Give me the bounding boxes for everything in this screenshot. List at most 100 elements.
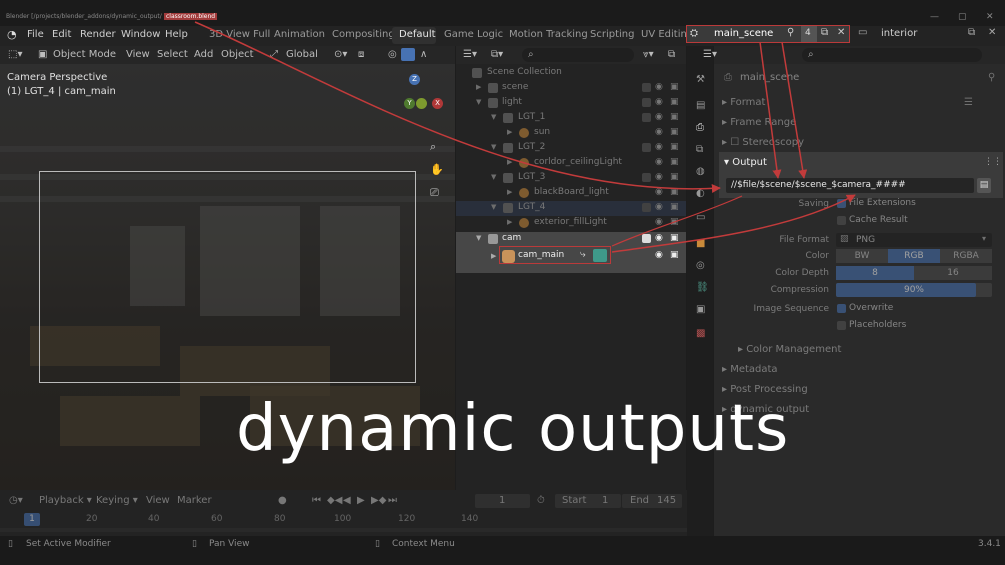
outliner-row-lgt1[interactable]: ▼ LGT_1 ◉ ▣ [456, 111, 686, 126]
snap-icon[interactable]: ⧈ [358, 49, 364, 60]
properties-search-input[interactable] [802, 48, 982, 62]
render-camera-icon[interactable]: ▣ [670, 217, 679, 227]
blender-logo-icon[interactable]: ◔ [7, 28, 17, 41]
render-camera-icon[interactable]: ▣ [670, 127, 679, 137]
scene-icon[interactable]: ⛭ [690, 28, 698, 39]
eye-icon[interactable]: ◉ [655, 142, 663, 152]
render-camera-icon[interactable]: ▣ [670, 202, 679, 212]
snap-toggle[interactable] [401, 48, 415, 61]
presets-list-icon[interactable]: ☰ [964, 97, 973, 108]
render-camera-icon[interactable]: ▣ [670, 112, 679, 122]
render-camera-icon[interactable]: ▣ [670, 172, 679, 182]
outliner-row-lgt2[interactable]: ▼ LGT_2 ◉ ▣ [456, 141, 686, 156]
falloff-icon[interactable]: ∧ [420, 49, 427, 60]
jump-start-icon[interactable]: ⏮ [312, 495, 321, 506]
render-camera-icon[interactable]: ▣ [670, 187, 679, 197]
panel-output-header[interactable]: ▾ Output [724, 157, 767, 168]
overwrite-checkbox[interactable] [837, 304, 846, 313]
menu-edit[interactable]: Edit [52, 29, 71, 40]
eye-icon[interactable]: ◉ [655, 233, 663, 243]
expand-arrow-icon[interactable]: ▶ [491, 252, 496, 260]
scene-tab-icon[interactable]: ◍ [696, 166, 705, 177]
outliner-row-lgt3[interactable]: ▼ LGT_3 ◉ ▣ [456, 171, 686, 186]
panel-frame-range[interactable]: ▸ Frame Range [722, 117, 796, 128]
render-tab-icon[interactable]: ▤ [696, 100, 705, 111]
mode-icon[interactable]: ▣ [38, 49, 47, 60]
expand-arrow-icon[interactable]: ▶ [507, 128, 512, 136]
expand-arrow-icon[interactable]: ▼ [476, 234, 481, 242]
menu-window[interactable]: Window [121, 29, 160, 40]
timeline-menu-keying[interactable]: Keying ▾ [96, 495, 138, 506]
eye-icon[interactable]: ◉ [655, 97, 663, 107]
outliner-row-light[interactable]: ▼ light ◉ ▣ [456, 96, 686, 111]
expand-arrow-icon[interactable]: ▼ [491, 203, 496, 211]
viewport-menu-object[interactable]: Object [221, 49, 254, 60]
eye-icon[interactable]: ◉ [655, 157, 663, 167]
texture-tab-icon[interactable]: ▩ [696, 328, 705, 339]
viewport-menu-select[interactable]: Select [157, 49, 188, 60]
panel-format[interactable]: ▸ Format [722, 97, 765, 108]
tab-compositing[interactable]: Compositing [332, 29, 395, 40]
tab-uv-editing[interactable]: UV Editin [641, 29, 687, 40]
color-bw-option[interactable]: BW [836, 249, 888, 263]
outliner-row-sun[interactable]: ▶ sun ◉ ▣ [456, 126, 686, 141]
color-rgb-option[interactable]: RGB [888, 249, 940, 263]
object-tab-icon[interactable]: ■ [696, 238, 705, 249]
pivot-icon[interactable]: ⊙▾ [334, 49, 347, 60]
next-keyframe-icon[interactable]: ▶◆ [371, 495, 386, 506]
render-camera-icon[interactable]: ▣ [670, 233, 679, 243]
scene-name-field[interactable]: main_scene [714, 28, 773, 39]
menu-render[interactable]: Render [80, 29, 116, 40]
proportional-edit-icon[interactable]: ◎ [388, 49, 397, 60]
pin-icon[interactable]: ⚲ [988, 72, 995, 83]
viewport-menu-view[interactable]: View [126, 49, 150, 60]
playhead-frame-badge[interactable]: 1 [24, 513, 40, 526]
exclude-checkbox[interactable] [642, 203, 651, 212]
data-tab-icon[interactable]: ▣ [696, 304, 705, 315]
eye-icon[interactable]: ◉ [655, 217, 663, 227]
zoom-icon[interactable]: ⌕ [430, 140, 436, 154]
expand-arrow-icon[interactable]: ▼ [491, 113, 496, 121]
physics-tab-icon[interactable]: ◎ [696, 260, 705, 271]
gizmo-x-axis[interactable]: X [432, 98, 443, 109]
viewport-menu-add[interactable]: Add [194, 49, 213, 60]
outliner-search-input[interactable] [522, 48, 634, 62]
eye-icon[interactable]: ◉ [655, 202, 663, 212]
record-icon[interactable]: ● [278, 495, 287, 506]
menu-file[interactable]: File [27, 29, 44, 40]
exclude-checkbox[interactable] [642, 98, 651, 107]
outliner-row-cam[interactable]: ▼ cam ◉ ▣ [456, 232, 686, 247]
play-reverse-icon[interactable]: ◀ [343, 495, 351, 506]
expand-arrow-icon[interactable]: ▶ [507, 158, 512, 166]
display-mode-icon[interactable]: ⧉▾ [491, 49, 503, 60]
filter-icon[interactable]: ⩔▾ [643, 49, 654, 60]
eye-icon[interactable]: ◉ [655, 250, 663, 260]
drag-handle-icon[interactable]: ⋮⋮ [984, 157, 1002, 167]
render-camera-icon[interactable]: ▣ [670, 250, 679, 260]
exclude-checkbox[interactable] [642, 143, 651, 152]
play-icon[interactable]: ▶ [357, 495, 365, 506]
new-collection-icon[interactable]: ⧉ [668, 49, 675, 60]
eye-icon[interactable]: ◉ [655, 82, 663, 92]
constraints-tab-icon[interactable]: ⛓ [696, 282, 709, 293]
expand-arrow-icon[interactable]: ▼ [491, 173, 496, 181]
render-camera-icon[interactable]: ▣ [670, 157, 679, 167]
view-layer-name[interactable]: interior [881, 28, 917, 39]
pan-hand-icon[interactable]: ✋ [430, 163, 444, 176]
tab-scripting[interactable]: Scripting [590, 29, 634, 40]
outliner-row-exterior-fill-light[interactable]: ▶ exterior_fillLight ◉ ▣ [456, 216, 686, 231]
expand-arrow-icon[interactable]: ▶ [476, 83, 481, 91]
color-depth-8-option[interactable]: 8 [836, 266, 914, 280]
outliner-row-scene[interactable]: ▶ scene ◉ ▣ [456, 81, 686, 96]
render-camera-icon[interactable]: ▣ [670, 82, 679, 92]
transform-orientation-dropdown[interactable]: Global [286, 49, 318, 60]
scene-user-count[interactable]: 4 [805, 28, 811, 38]
exclude-checkbox[interactable] [642, 234, 651, 243]
expand-arrow-icon[interactable]: ▶ [507, 218, 512, 226]
collection-tab-icon[interactable]: ▭ [696, 212, 705, 223]
minimize-icon[interactable]: — [930, 12, 939, 22]
exclude-checkbox[interactable] [642, 173, 651, 182]
cache-result-checkbox[interactable] [837, 216, 846, 225]
eye-icon[interactable]: ◉ [655, 187, 663, 197]
properties-editor-icon[interactable]: ☰▾ [703, 49, 717, 60]
